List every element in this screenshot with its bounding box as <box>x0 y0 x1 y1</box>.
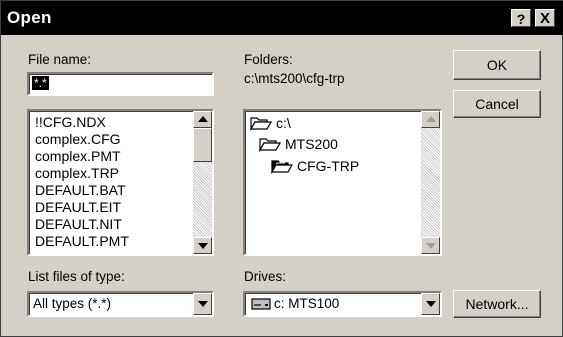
file-list-item[interactable]: !!CFG.NDX <box>35 114 106 130</box>
close-button[interactable]: X <box>535 9 555 27</box>
help-button[interactable]: ? <box>511 9 531 27</box>
drives-select[interactable]: c: MTS100 <box>243 291 442 317</box>
folder-item-root[interactable]: c:\ <box>250 115 291 131</box>
chevron-down-icon <box>426 301 436 307</box>
file-list-item[interactable]: complex.CFG <box>35 131 121 147</box>
drives-value: c: MTS100 <box>274 296 340 311</box>
file-list-item[interactable]: DEFAULT.EIT <box>35 199 121 215</box>
file-listbox[interactable]: !!CFG.NDX complex.CFG complex.PMT complex.T… <box>27 109 214 256</box>
open-folder-icon <box>259 138 281 152</box>
down-arrow-icon <box>426 243 436 249</box>
filename-value: *.* <box>32 76 49 90</box>
file-list-item[interactable]: DEFAULT.NIT <box>35 216 122 232</box>
open-folder-icon <box>250 117 272 131</box>
current-path: c:\mts200\cfg-trp <box>244 71 345 86</box>
file-list-item[interactable]: complex.TRP <box>35 165 119 181</box>
filename-label: File name: <box>28 52 91 67</box>
drives-label: Drives: <box>244 269 287 284</box>
drives-dropdown-button[interactable] <box>421 293 440 315</box>
scroll-thumb[interactable] <box>193 128 212 162</box>
file-type-value: All types (*.*) <box>33 296 112 311</box>
scroll-down-button[interactable] <box>421 237 440 254</box>
open-dialog: Open ? X File name: *.* !!CFG.NDX complex… <box>0 0 563 337</box>
folder-item-cfg-trp[interactable]: CFG-TRP <box>271 158 359 174</box>
file-list-item[interactable]: DEFAULT.PMT <box>35 233 129 249</box>
file-type-label: List files of type: <box>28 269 125 284</box>
folder-name: MTS200 <box>285 136 338 152</box>
folder-tree-scrollbar[interactable] <box>421 111 440 254</box>
filename-input[interactable]: *.* <box>27 72 214 96</box>
scroll-up-button[interactable] <box>193 111 212 128</box>
chevron-down-icon <box>198 301 208 307</box>
filename-label-text: File name: <box>28 52 92 67</box>
file-list-scrollbar[interactable] <box>193 111 212 254</box>
scroll-up-button[interactable] <box>421 111 440 128</box>
folders-label: Folders: <box>244 52 293 67</box>
folder-item-mts200[interactable]: MTS200 <box>259 136 338 152</box>
file-list-item[interactable]: DEFAULT.BAT <box>35 182 126 198</box>
hard-drive-icon <box>251 298 271 310</box>
down-arrow-icon <box>198 243 208 249</box>
up-arrow-icon <box>198 116 208 122</box>
up-arrow-icon <box>426 116 436 122</box>
file-type-dropdown-button[interactable] <box>193 293 212 315</box>
file-type-select[interactable]: All types (*.*) <box>27 291 214 317</box>
ok-button[interactable]: OK <box>453 50 541 80</box>
scroll-down-button[interactable] <box>193 237 212 254</box>
dialog-title: Open <box>7 8 52 27</box>
folder-name: c:\ <box>276 115 291 131</box>
folder-name: CFG-TRP <box>297 158 360 174</box>
folder-tree[interactable]: c:\ MTS200 CFG-TRP <box>243 109 442 256</box>
file-list-item[interactable]: complex.PMT <box>35 148 121 164</box>
cancel-button[interactable]: Cancel <box>453 90 541 118</box>
open-folder-selected-icon <box>271 160 293 174</box>
network-button[interactable]: Network... <box>453 290 541 318</box>
title-bar: Open ? X <box>1 1 563 35</box>
